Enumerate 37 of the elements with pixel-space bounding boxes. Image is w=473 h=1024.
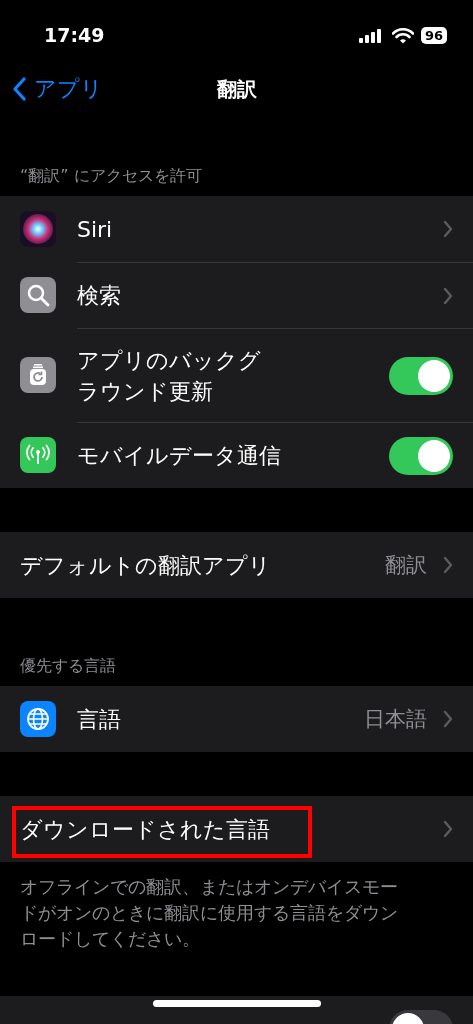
section-header: “翻訳” にアクセスを許可 xyxy=(19,165,203,187)
row-value: 翻訳 xyxy=(385,552,427,579)
search-icon xyxy=(20,277,56,313)
section-footer: オフラインでの翻訳、またはオンデバイスモードがオンのときに翻訳に使用する言語をダウンロードしてください。 xyxy=(0,862,430,952)
row-label: Siri xyxy=(77,215,114,244)
settings-row[interactable]: モバイルデータ通信 xyxy=(0,422,473,488)
back-button[interactable]: アプリ xyxy=(12,74,103,104)
row-label: デフォルトの翻訳アプリ xyxy=(20,551,272,580)
settings-row[interactable]: ダウンロードされた言語 xyxy=(0,796,473,862)
chevron-left-icon xyxy=(12,77,26,101)
chevron-right-icon xyxy=(443,710,453,728)
antenna-icon xyxy=(20,437,56,473)
page-title: 翻訳 xyxy=(216,75,257,103)
chevron-right-icon xyxy=(443,220,453,238)
section-header: 優先する言語 xyxy=(19,655,117,677)
refresh-icon xyxy=(20,357,56,393)
battery-level: 96 xyxy=(420,27,447,44)
chevron-right-icon xyxy=(443,556,453,574)
settings-row[interactable]: 言語 日本語 xyxy=(0,686,473,752)
row-value: 日本語 xyxy=(364,706,427,733)
settings-row[interactable]: デフォルトの翻訳アプリ 翻訳 xyxy=(0,532,473,598)
row-label: 言語 xyxy=(77,705,122,734)
settings-row[interactable]: アプリのバックグラウンド更新 xyxy=(0,328,473,422)
siri-icon xyxy=(20,211,56,247)
status-time: 17:49 xyxy=(44,24,105,46)
toggle-switch[interactable] xyxy=(389,436,453,475)
globe-icon xyxy=(20,701,56,737)
row-label: ダウンロードされた言語 xyxy=(20,815,271,844)
toggle-switch[interactable] xyxy=(389,356,453,395)
row-label: モバイルデータ通信 xyxy=(77,442,282,470)
chevron-right-icon xyxy=(443,286,453,305)
row-label: 検索 xyxy=(77,282,122,310)
row-label: アプリのバックグラウンド更新 xyxy=(77,346,262,406)
settings-row[interactable]: 検索 xyxy=(0,262,473,328)
wifi-icon xyxy=(391,27,414,44)
settings-row[interactable]: Siri xyxy=(0,196,473,262)
chevron-right-icon xyxy=(443,820,453,838)
